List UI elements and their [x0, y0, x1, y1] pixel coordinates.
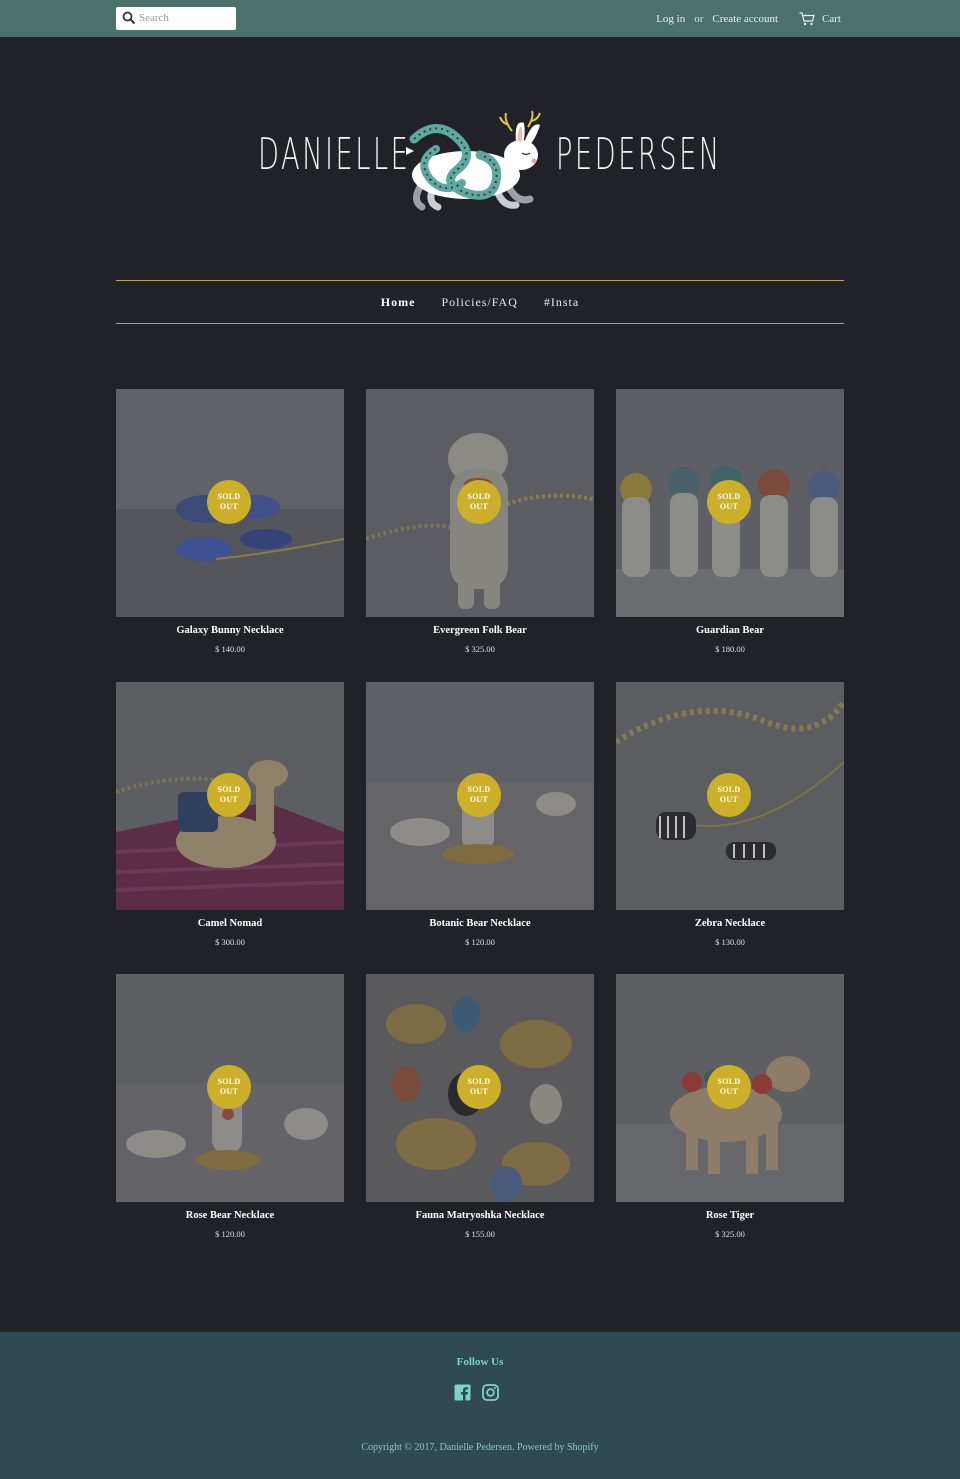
follow-us-heading: Follow Us: [456, 1356, 504, 1368]
product-price: $ 120.00: [215, 1229, 245, 1239]
search-input[interactable]: [139, 9, 229, 27]
sold-out-badge: SOLD OUT: [707, 480, 751, 524]
product-title[interactable]: Galaxy Bunny Necklace: [116, 625, 344, 636]
product-price: $ 300.00: [215, 937, 245, 947]
product-title[interactable]: Botanic Bear Necklace: [366, 918, 594, 929]
product-title[interactable]: Rose Tiger: [616, 1210, 844, 1221]
site-footer: Follow Us Copyright © 2017, Danielle Ped…: [0, 1332, 960, 1479]
logo-text-first: DANIELLE: [258, 129, 411, 180]
product-price: $ 325.00: [715, 1229, 745, 1239]
product-price: $ 140.00: [215, 644, 245, 654]
sold-out-badge: SOLD OUT: [707, 773, 751, 817]
account-links: Log in or Create account Cart: [653, 12, 844, 26]
product-title[interactable]: Guardian Bear: [616, 625, 844, 636]
product-image[interactable]: SOLD OUT: [116, 974, 344, 1202]
instagram-icon[interactable]: [482, 1384, 499, 1401]
product-price: $ 130.00: [715, 937, 745, 947]
product-image[interactable]: SOLD OUT: [366, 389, 594, 617]
product-price: $ 180.00: [715, 644, 745, 654]
or-separator: or: [694, 13, 704, 25]
sold-out-badge: SOLD OUT: [707, 1065, 751, 1109]
nav-home[interactable]: Home: [381, 295, 416, 310]
top-bar: Log in or Create account Cart: [0, 0, 960, 37]
cart-link[interactable]: Cart: [822, 13, 841, 25]
sold-out-badge: SOLD OUT: [457, 773, 501, 817]
copyright-text: Copyright © 2017, Danielle Pedersen. Pow…: [361, 1442, 599, 1453]
product-card[interactable]: SOLD OUT Rose Bear Necklace $ 120.00: [116, 974, 344, 1244]
nav-policies[interactable]: Policies/FAQ: [441, 295, 517, 310]
facebook-icon[interactable]: [454, 1384, 471, 1401]
product-card[interactable]: SOLD OUT Galaxy Bunny Necklace $ 140.00: [116, 389, 344, 659]
product-card[interactable]: SOLD OUT Zebra Necklace $ 130.00: [616, 682, 844, 952]
logo-text-last: PEDERSEN: [556, 129, 722, 180]
product-image[interactable]: SOLD OUT: [116, 682, 344, 910]
product-title[interactable]: Fauna Matryoshka Necklace: [366, 1210, 594, 1221]
product-image[interactable]: SOLD OUT: [366, 682, 594, 910]
social-links: [454, 1384, 510, 1401]
product-card[interactable]: SOLD OUT Fauna Matryoshka Necklace $ 155.…: [366, 974, 594, 1244]
sold-out-badge: SOLD OUT: [457, 1065, 501, 1109]
product-title[interactable]: Evergreen Folk Bear: [366, 625, 594, 636]
product-card[interactable]: SOLD OUT Evergreen Folk Bear $ 325.00: [366, 389, 594, 659]
product-card[interactable]: SOLD OUT Rose Tiger $ 325.00: [616, 974, 844, 1244]
create-account-link[interactable]: Create account: [712, 13, 778, 25]
product-image[interactable]: SOLD OUT: [616, 974, 844, 1202]
rabbit-snake-logo-icon: [406, 110, 541, 211]
sold-out-badge: SOLD OUT: [207, 773, 251, 817]
product-image[interactable]: SOLD OUT: [616, 682, 844, 910]
product-title[interactable]: Rose Bear Necklace: [116, 1210, 344, 1221]
product-card[interactable]: SOLD OUT Botanic Bear Necklace $ 120.00: [366, 682, 594, 952]
product-title[interactable]: Camel Nomad: [116, 918, 344, 929]
product-card[interactable]: SOLD OUT Camel Nomad $ 300.00: [116, 682, 344, 952]
site-logo[interactable]: DANIELLE PEDERSEN: [256, 105, 719, 215]
sold-out-badge: SOLD OUT: [207, 1065, 251, 1109]
product-image[interactable]: SOLD OUT: [366, 974, 594, 1202]
login-link[interactable]: Log in: [656, 13, 685, 25]
sold-out-badge: SOLD OUT: [457, 480, 501, 524]
cart-icon[interactable]: [799, 12, 815, 26]
product-card[interactable]: SOLD OUT Guardian Bear $ 180.00: [616, 389, 844, 659]
sold-out-badge: SOLD OUT: [207, 480, 251, 524]
product-title[interactable]: Zebra Necklace: [616, 918, 844, 929]
search-box[interactable]: [116, 7, 236, 30]
product-price: $ 120.00: [465, 937, 495, 947]
product-image[interactable]: SOLD OUT: [116, 389, 344, 617]
product-price: $ 155.00: [465, 1229, 495, 1239]
nav-insta[interactable]: #Insta: [544, 295, 579, 310]
product-price: $ 325.00: [465, 644, 495, 654]
product-image[interactable]: SOLD OUT: [616, 389, 844, 617]
main-nav: Home Policies/FAQ #Insta: [116, 280, 844, 324]
search-icon[interactable]: [122, 11, 136, 25]
